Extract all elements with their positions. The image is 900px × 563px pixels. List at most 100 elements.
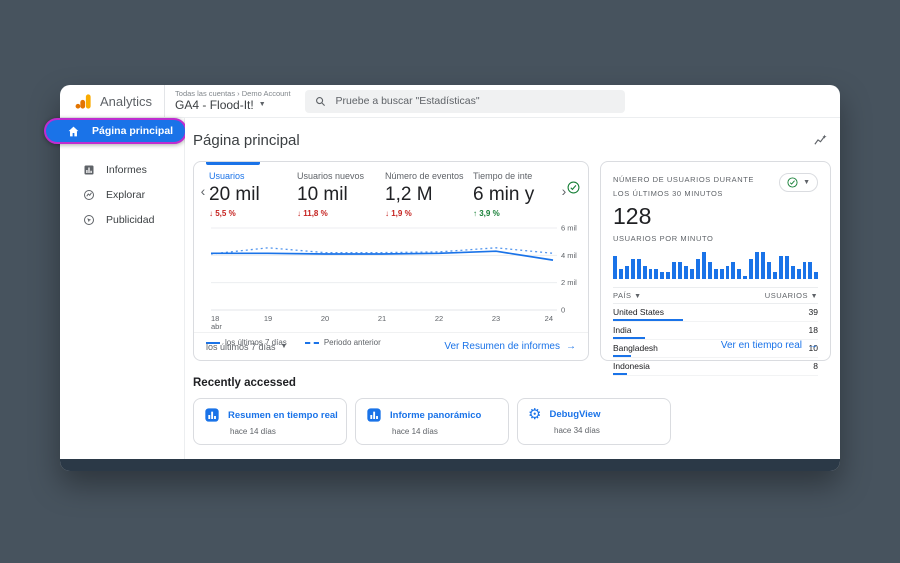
minute-bar [790,266,795,279]
chevron-down-icon: ▼ [634,293,642,300]
metric-delta-value: 3,9 % [479,209,500,218]
metric-label: Usuarios nuevos [297,171,365,181]
search-input[interactable] [333,94,615,108]
breadcrumb-separator-icon: › [237,88,240,98]
search-bar[interactable] [304,89,625,113]
recent-card-1[interactable]: Informe panorámico hace 14 días [355,398,509,445]
minute-bar [624,266,629,279]
minute-bar [749,259,754,279]
metric-tab-2[interactable]: Número de eventos 1,2 M ↓ 1,9 % [385,171,473,218]
sidebar-item-reports[interactable]: Informes [60,157,184,182]
minute-bar [642,266,647,279]
sidebar-item-label: Página principal [92,125,174,137]
analytics-logo-icon [74,92,93,111]
realtime-options-pill[interactable]: ▼ [779,173,818,192]
minute-bar [701,252,706,279]
country-bar [613,373,627,375]
recent-card-0[interactable]: Resumen en tiempo real hace 14 días [193,398,347,445]
svg-text:24: 24 [545,314,553,323]
minute-bar [654,269,659,279]
minute-bar [678,262,683,279]
view-realtime-link[interactable]: Ver en tiempo real → [721,340,818,351]
reports-icon [83,164,95,176]
minute-bar [618,269,623,279]
minute-bar [761,252,765,279]
data-quality-check-icon[interactable] [567,181,580,194]
sidebar-item-explore[interactable]: Explorar [60,182,184,207]
home-icon [67,125,80,138]
metric-tab-3[interactable]: Tiempo de inte 6 min y ↑ 3,9 % [473,171,561,218]
realtime-user-count: 128 [613,203,652,229]
delta-arrow-down-icon: ↓ [297,209,301,218]
minute-bar [737,269,742,279]
metric-delta: ↓ 11,8 % [297,209,385,218]
minute-bar [778,256,783,279]
metric-tab-1[interactable]: Usuarios nuevos 10 mil ↓ 11,8 % [297,171,385,218]
country-row: United States 39 [613,304,818,322]
chevron-down-icon: ▼ [280,343,288,350]
recent-card-header: Resumen en tiempo real [204,407,338,423]
minute-bar [713,269,718,279]
metric-delta: ↑ 3,9 % [473,209,561,218]
brand-name: Analytics [100,93,153,109]
svg-text:0: 0 [561,306,565,315]
recent-card-2[interactable]: ⚙ DebugView hace 34 días [517,398,671,445]
topbar-divider [164,85,166,117]
recent-card-meta: hace 14 días [392,427,438,436]
sidebar-item-label: Informes [106,163,147,176]
sidebar-item-home[interactable]: Página principal [44,118,187,144]
users-column-header[interactable]: USUARIOS ▼ [765,291,818,300]
metric-delta: ↓ 5,5 % [209,209,297,218]
date-range-selector[interactable]: los últimos 7 días ▼ [206,342,287,352]
delta-arrow-down-icon: ↓ [385,209,389,218]
minute-bar [802,262,807,279]
metric-value: 1,2 M [385,184,433,205]
delta-arrow-down-icon: ↓ [209,209,213,218]
metric-tab-0[interactable]: Usuarios 20 mil ↓ 5,5 % [206,162,297,218]
reports-snapshot-link[interactable]: Ver Resumen de informes → [444,341,576,352]
country-name: India [613,325,632,335]
minute-bar [613,256,617,279]
sidebar-item-label: Publicidad [106,213,155,226]
metric-label: Número de eventos [385,171,464,181]
property-selector[interactable]: GA4 - Flood-It! ▼ [175,98,291,113]
check-circle-icon [787,177,798,188]
window-bottom-chrome [60,459,840,471]
metric-value: 20 mil [209,184,260,205]
minute-bar [731,262,736,279]
svg-text:21: 21 [378,314,386,323]
minute-bar [766,262,771,279]
sidebar-item-ads[interactable]: Publicidad [60,207,184,232]
desktop-background: { "topbar": { "brand": "Analytics", "bre… [0,0,900,563]
page-title: Página principal [193,132,300,149]
minute-bar [636,259,641,279]
main-content: Página principal ‹ Usuarios 20 mil ↓ 5,5 %… [185,118,840,459]
metric-value: 6 min y [473,184,535,205]
minute-bar [808,262,813,279]
recent-card-label: DebugView [549,409,601,420]
country-bar [613,319,683,321]
users-per-minute-chart [613,249,819,279]
top-bar: Analytics Todas las cuentas › Demo Accou… [60,85,840,118]
minute-bar [695,259,700,279]
insights-icon[interactable] [813,133,828,148]
overview-card: ‹ Usuarios 20 mil ↓ 5,5 % Usuarios nuevos 10… [193,161,589,361]
country-users: 39 [808,307,818,317]
arrow-right-icon: → [808,340,818,351]
recent-card-meta: hace 34 días [554,426,600,435]
country-row: Indonesia 8 [613,358,818,376]
recent-card-header: Informe panorámico [366,407,498,423]
delta-arrow-up-icon: ↑ [473,209,477,218]
minute-bar [755,252,760,279]
gear-icon: ⚙ [528,406,542,423]
minute-bar [672,262,677,279]
arrow-right-icon: → [566,341,576,352]
minute-bar [630,259,635,279]
account-switcher[interactable]: Todas las cuentas › Demo Account GA4 - F… [175,89,291,113]
minute-bar [666,272,671,279]
svg-text:19: 19 [264,314,272,323]
country-column-header[interactable]: PAÍS ▼ [613,291,642,300]
realtime-country-table: PAÍS ▼ USUARIOS ▼ United States 39 India 18… [613,287,818,376]
country-row: India 18 [613,322,818,340]
minute-bar [772,272,777,279]
